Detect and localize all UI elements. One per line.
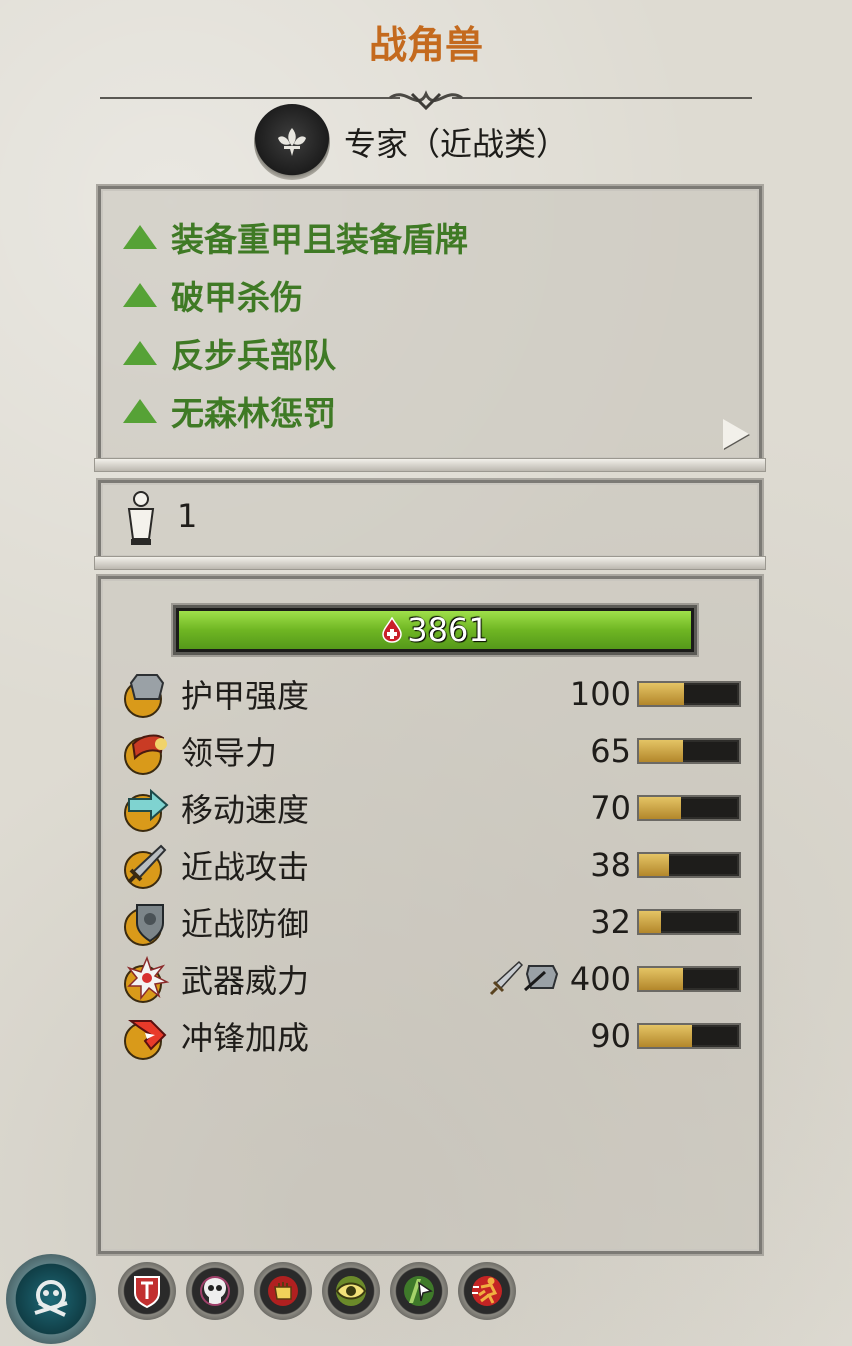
trait-label: 破甲杀伤 [171, 278, 303, 317]
melee-attack-icon [124, 844, 167, 889]
fleur-icon [254, 104, 330, 180]
stat-bar [637, 852, 741, 878]
trait-label: 反步兵部队 [171, 336, 336, 375]
soldier-icon [127, 491, 155, 545]
skull-icon[interactable] [186, 1262, 244, 1320]
stat-row-weapon-strength[interactable]: 武器威力 400 [121, 952, 741, 1006]
health-value: 3861 [407, 611, 489, 649]
rune-icon[interactable] [6, 1254, 96, 1344]
stat-name: 冲锋加成 [181, 1019, 310, 1057]
stat-name: 近战防御 [181, 905, 310, 943]
trait-item[interactable]: 反步兵部队 [123, 329, 336, 377]
green-up-triangle-icon [123, 399, 157, 423]
weapon-type-icons [489, 960, 561, 996]
trait-label: 无森林惩罚 [171, 394, 336, 433]
stat-row-leadership[interactable]: 领导力 65 [121, 724, 741, 778]
stat-value: 65 [590, 732, 631, 770]
trait-label: 装备重甲且装备盾牌 [171, 220, 468, 259]
health-bar[interactable]: 3861 [173, 605, 697, 655]
cursor-icon[interactable] [390, 1262, 448, 1320]
traits-panel: 装备重甲且装备盾牌 破甲杀伤 反步兵部队 无森林惩罚 [98, 186, 762, 462]
stat-row-charge-bonus[interactable]: 冲锋加成 90 [121, 1009, 741, 1063]
stat-row-melee-defence[interactable]: 近战防御 32 [121, 895, 741, 949]
stat-row-speed[interactable]: 移动速度 70 [121, 781, 741, 835]
unit-count-panel: 1 [98, 480, 762, 560]
charge-bonus-icon [124, 1020, 167, 1060]
runner-icon[interactable] [458, 1262, 516, 1320]
divider [94, 556, 766, 570]
stat-value: 100 [569, 675, 631, 713]
trait-item[interactable]: 无森林惩罚 [123, 387, 336, 435]
speed-icon [124, 788, 169, 832]
stat-bar [637, 681, 741, 707]
stat-name: 护甲强度 [181, 677, 310, 715]
armour-piercing-icon [523, 965, 559, 992]
stat-bar [637, 738, 741, 764]
melee-defence-icon [124, 904, 164, 946]
stat-bar [637, 909, 741, 935]
stat-name: 领导力 [181, 734, 278, 772]
trait-item[interactable]: 装备重甲且装备盾牌 [123, 213, 468, 261]
stat-bar [637, 966, 741, 992]
stat-value: 70 [590, 789, 631, 827]
weapon-strength-icon [124, 955, 170, 1003]
armour-icon [124, 674, 165, 718]
trait-item[interactable]: 破甲杀伤 [123, 271, 303, 319]
stat-value: 38 [590, 846, 631, 884]
stat-bar [637, 795, 741, 821]
stat-value: 400 [569, 960, 631, 998]
sword-icon [489, 960, 523, 996]
unit-count-value: 1 [177, 497, 198, 535]
stat-value: 32 [590, 903, 631, 941]
green-up-triangle-icon [123, 225, 157, 249]
green-up-triangle-icon [123, 283, 157, 307]
stat-row-melee-attack[interactable]: 近战攻击 38 [121, 838, 741, 892]
health-drop-icon [382, 617, 403, 643]
stat-bar [637, 1023, 741, 1049]
divider [94, 458, 766, 472]
wardstone-icon[interactable] [118, 1262, 176, 1320]
leadership-icon [124, 734, 167, 775]
next-arrow-icon[interactable] [723, 419, 749, 449]
stat-name: 武器威力 [181, 962, 310, 1000]
unit-class-row[interactable]: 专家（近战类） [254, 102, 568, 182]
green-up-triangle-icon [123, 341, 157, 365]
unit-class-label: 专家（近战类） [344, 125, 569, 163]
unit-title: 战角兽 [368, 23, 483, 67]
stat-name: 移动速度 [181, 791, 310, 829]
stat-name: 近战攻击 [181, 848, 310, 886]
stat-value: 90 [590, 1017, 631, 1055]
fist-icon[interactable] [254, 1262, 312, 1320]
bottom-bar [0, 1250, 852, 1346]
stat-row-armour[interactable]: 护甲强度 100 [121, 667, 741, 721]
stats-panel: 3861 护甲强度 100 领导力 65 移动速度 70 近战攻击 38 近战防… [98, 576, 762, 1254]
eye-icon[interactable] [322, 1262, 380, 1320]
